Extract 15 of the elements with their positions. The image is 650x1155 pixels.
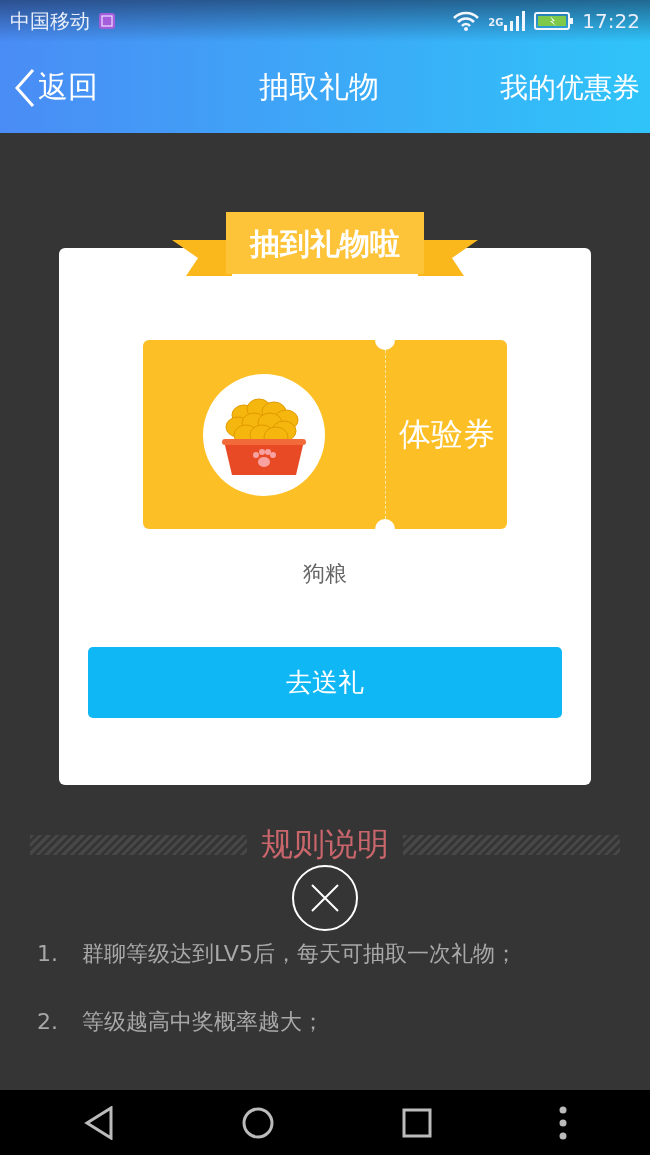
my-coupons-link[interactable]: 我的优惠券 (500, 68, 640, 107)
list-number: 1. (37, 940, 59, 968)
ribbon-title: 抽到礼物啦 (250, 224, 400, 263)
send-gift-button[interactable]: 去送礼 (88, 647, 562, 718)
back-button[interactable]: 返回 (14, 67, 98, 108)
rules-heading: 规则说明 (261, 824, 389, 865)
gift-name: 狗粮 (303, 560, 347, 588)
rule-text: 等级越高中奖概率越大； (82, 1008, 324, 1036)
rule-text: 群聊等级达到LV5后，每天可抽取一次礼物； (82, 940, 517, 968)
carrier-name: 中国移动 (10, 7, 90, 35)
page-title: 抽取礼物 (258, 68, 380, 106)
clock-time: 17:22 (582, 9, 640, 33)
list-number: 2. (37, 1008, 59, 1036)
coupon-label: 体验券 (397, 413, 496, 455)
network-type: 2G (488, 17, 504, 28)
